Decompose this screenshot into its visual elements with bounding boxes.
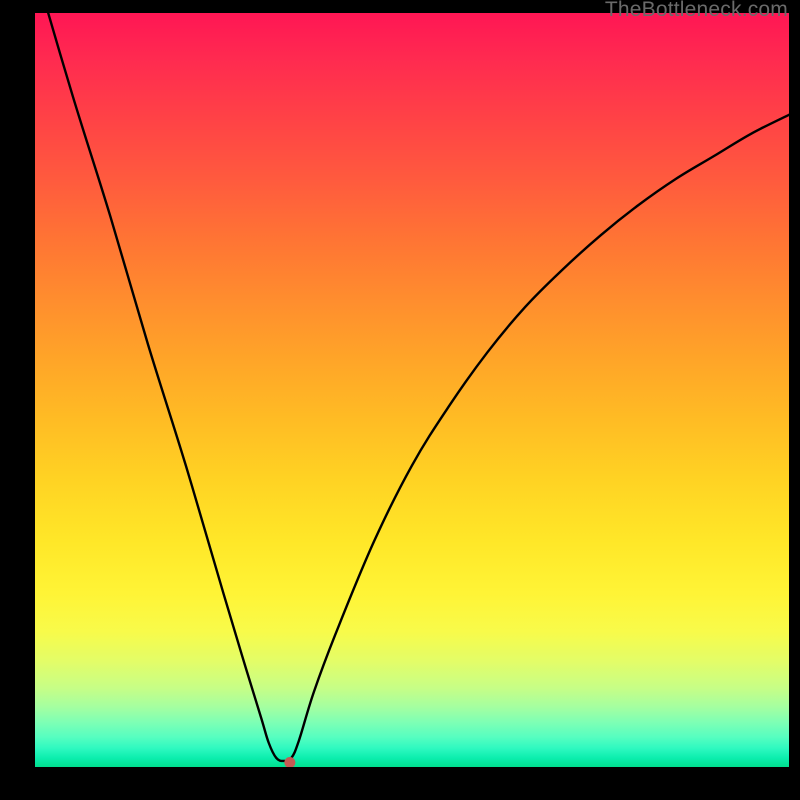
chart-stage: TheBottleneck.com: [0, 0, 800, 800]
plot-area: [35, 13, 789, 767]
curve-layer: [35, 13, 789, 767]
curve-path: [35, 13, 789, 761]
bottleneck-curve: [35, 13, 789, 767]
minimum-marker: [284, 757, 295, 767]
watermark-text: TheBottleneck.com: [605, 0, 788, 22]
